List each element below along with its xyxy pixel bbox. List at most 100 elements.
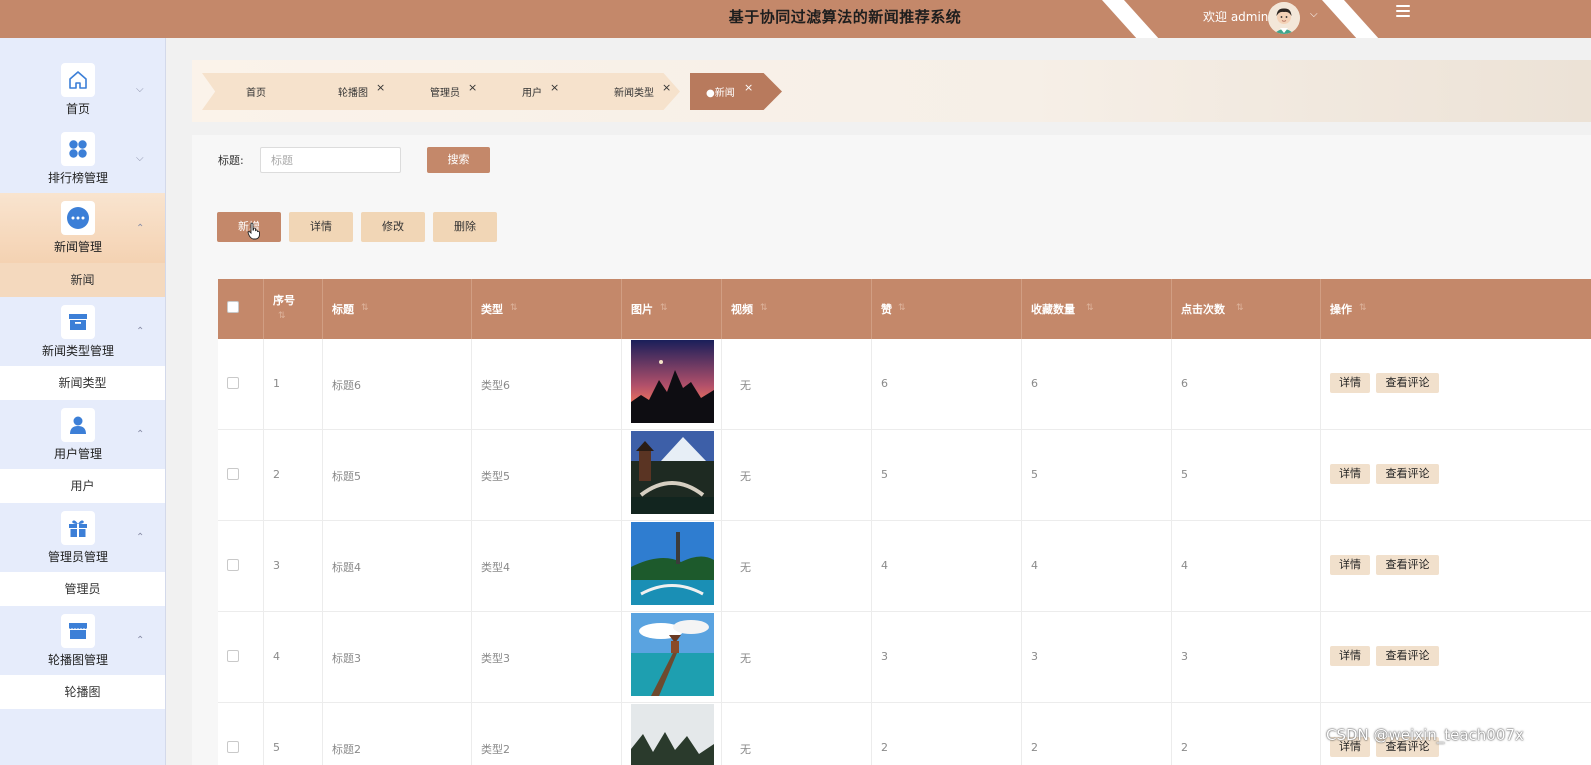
td-likes: 2 bbox=[872, 703, 1022, 765]
table-row[interactable]: 2 标题5 类型5 无 5 5 5 详情 查看评论 bbox=[218, 430, 1591, 521]
th-index[interactable]: 序号 ⇅ bbox=[264, 279, 323, 339]
avatar[interactable] bbox=[1268, 2, 1300, 34]
row-comments-button[interactable]: 查看评论 bbox=[1376, 464, 1439, 484]
th-actions[interactable]: 操作 ⇅ bbox=[1321, 279, 1591, 339]
sort-icon[interactable]: ⇅ bbox=[361, 303, 369, 313]
tab-news-type[interactable]: 新闻类型 × bbox=[570, 73, 680, 110]
sidebar-item-home[interactable]: 首页 ⌵ bbox=[0, 38, 165, 124]
cell-type: 类型4 bbox=[481, 561, 510, 574]
td-checkbox bbox=[218, 612, 264, 703]
sidebar-subitem-user[interactable]: 用户 bbox=[0, 469, 165, 503]
sidebar-subitem-news-type[interactable]: 新闻类型 bbox=[0, 366, 165, 400]
search-input[interactable] bbox=[260, 147, 401, 173]
sidebar-subitem-carousel[interactable]: 轮播图 bbox=[0, 675, 165, 709]
chevron-up-icon: ⌃ bbox=[136, 429, 145, 440]
home-icon bbox=[61, 63, 95, 97]
th-likes[interactable]: 赞 ⇅ bbox=[872, 279, 1022, 339]
td-type: 类型4 bbox=[472, 521, 622, 612]
user-dropdown-chevron-icon[interactable]: ⌵ bbox=[1310, 9, 1318, 20]
avatar-face-icon bbox=[1268, 2, 1300, 34]
td-actions: 详情 查看评论 bbox=[1321, 430, 1591, 521]
td-video: 无 bbox=[722, 612, 872, 703]
chevron-up-icon: ⌃ bbox=[136, 223, 145, 234]
th-image[interactable]: 图片 ⇅ bbox=[622, 279, 722, 339]
news-image bbox=[631, 340, 714, 423]
row-checkbox[interactable] bbox=[227, 741, 239, 753]
menu-toggle-icon[interactable] bbox=[1396, 5, 1410, 19]
sort-icon[interactable]: ⇅ bbox=[1236, 303, 1244, 313]
close-icon[interactable]: × bbox=[744, 81, 753, 94]
edit-button[interactable]: 修改 bbox=[361, 212, 425, 242]
td-likes: 3 bbox=[872, 612, 1022, 703]
row-checkbox[interactable] bbox=[227, 377, 239, 389]
sidebar-item-carousel-mgmt[interactable]: 轮播图管理 ⌃ bbox=[0, 606, 165, 675]
td-checkbox bbox=[218, 339, 264, 430]
cell-clicks: 5 bbox=[1181, 468, 1188, 481]
close-icon[interactable]: × bbox=[376, 81, 385, 94]
sidebar-item-ranking[interactable]: 排行榜管理 ⌵ bbox=[0, 124, 165, 193]
search-button[interactable]: 搜索 bbox=[427, 147, 490, 173]
row-detail-button[interactable]: 详情 bbox=[1330, 464, 1370, 484]
sort-icon[interactable]: ⇅ bbox=[1359, 303, 1367, 313]
td-title: 标题3 bbox=[323, 612, 472, 703]
close-icon[interactable]: × bbox=[468, 81, 477, 94]
row-detail-button[interactable]: 详情 bbox=[1330, 373, 1370, 393]
row-detail-button[interactable]: 详情 bbox=[1330, 555, 1370, 575]
grid-icon bbox=[61, 132, 95, 166]
sidebar-item-news-mgmt[interactable]: 新闻管理 ⌃ bbox=[0, 193, 165, 263]
row-comments-button[interactable]: 查看评论 bbox=[1376, 555, 1439, 575]
tab-news[interactable]: ●新闻 × bbox=[690, 73, 782, 110]
sidebar-subitem-news[interactable]: 新闻 bbox=[0, 263, 165, 297]
sidebar-subitem-admin[interactable]: 管理员 bbox=[0, 572, 165, 606]
detail-button[interactable]: 详情 bbox=[289, 212, 353, 242]
table-row[interactable]: 4 标题3 类型3 无 3 3 3 详情 查看评论 bbox=[218, 612, 1591, 703]
sort-icon[interactable]: ⇅ bbox=[510, 303, 518, 313]
td-favorites: 3 bbox=[1022, 612, 1172, 703]
delete-button[interactable]: 删除 bbox=[433, 212, 497, 242]
row-checkbox[interactable] bbox=[227, 468, 239, 480]
row-comments-button[interactable]: 查看评论 bbox=[1376, 646, 1439, 666]
chevron-down-icon: ⌵ bbox=[136, 153, 144, 164]
cell-clicks: 4 bbox=[1181, 559, 1188, 572]
cell-clicks: 3 bbox=[1181, 650, 1188, 663]
th-clicks[interactable]: 点击次数 ⇅ bbox=[1172, 279, 1321, 339]
td-image bbox=[622, 612, 722, 703]
th-video[interactable]: 视频 ⇅ bbox=[722, 279, 872, 339]
close-icon[interactable]: × bbox=[662, 81, 671, 94]
cell-title: 标题6 bbox=[332, 379, 361, 392]
table-row[interactable]: 1 标题6 类型6 无 6 6 6 详情 查看评论 bbox=[218, 339, 1591, 430]
sidebar-item-user-mgmt[interactable]: 用户管理 ⌃ bbox=[0, 400, 165, 469]
sort-icon[interactable]: ⇅ bbox=[760, 303, 768, 313]
sort-icon[interactable]: ⇅ bbox=[660, 303, 668, 313]
td-index: 1 bbox=[264, 339, 323, 430]
sort-icon[interactable]: ⇅ bbox=[898, 303, 906, 313]
row-comments-button[interactable]: 查看评论 bbox=[1376, 373, 1439, 393]
th-type[interactable]: 类型 ⇅ bbox=[472, 279, 622, 339]
cell-type: 类型5 bbox=[481, 470, 510, 483]
cell-likes: 2 bbox=[881, 741, 888, 754]
sidebar-item-news-type-mgmt[interactable]: 新闻类型管理 ⌃ bbox=[0, 297, 165, 366]
th-favorites[interactable]: 收藏数量 ⇅ bbox=[1022, 279, 1172, 339]
sort-icon[interactable]: ⇅ bbox=[278, 311, 286, 321]
cell-type: 类型6 bbox=[481, 379, 510, 392]
sort-icon[interactable]: ⇅ bbox=[1086, 303, 1094, 313]
close-icon[interactable]: × bbox=[550, 81, 559, 94]
td-title: 标题2 bbox=[323, 703, 472, 765]
select-all-checkbox[interactable] bbox=[227, 301, 239, 313]
td-likes: 5 bbox=[872, 430, 1022, 521]
th-title[interactable]: 标题 ⇅ bbox=[323, 279, 472, 339]
row-detail-button[interactable]: 详情 bbox=[1330, 646, 1370, 666]
archive-icon bbox=[61, 305, 95, 339]
welcome-text: 欢迎 admin bbox=[1203, 10, 1269, 24]
td-likes: 6 bbox=[872, 339, 1022, 430]
sidebar-item-label: 新闻管理 bbox=[53, 240, 102, 254]
cell-type: 类型2 bbox=[481, 743, 510, 756]
row-checkbox[interactable] bbox=[227, 650, 239, 662]
row-checkbox[interactable] bbox=[227, 559, 239, 571]
table-row[interactable]: 3 标题4 类型4 无 4 4 4 详情 查看评论 bbox=[218, 521, 1591, 612]
search-label: 标题: bbox=[218, 154, 244, 167]
more-circle-icon bbox=[61, 201, 95, 235]
cell-video: 无 bbox=[740, 561, 751, 574]
cell-video: 无 bbox=[740, 743, 751, 756]
sidebar-item-admin-mgmt[interactable]: 管理员管理 ⌃ bbox=[0, 503, 165, 572]
